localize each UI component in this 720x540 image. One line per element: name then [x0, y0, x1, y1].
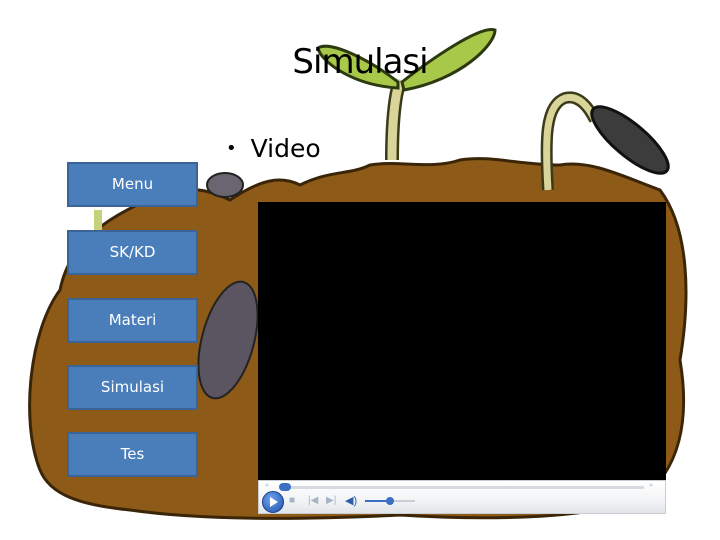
previous-icon[interactable]: |◀ [308, 495, 318, 506]
nav-button-simulasi[interactable]: Simulasi [67, 365, 198, 410]
rewind-icon[interactable]: « [265, 482, 269, 489]
bullet-icon: • [226, 138, 237, 159]
stop-icon[interactable]: ■ [289, 495, 295, 506]
seek-thumb[interactable] [279, 483, 291, 491]
bullet-text: Video [250, 134, 321, 163]
slide-title: Simulasi [292, 42, 428, 82]
volume-thumb[interactable] [386, 497, 394, 505]
nav-button-materi[interactable]: Materi [67, 298, 198, 343]
bullet-item: • Video [226, 134, 321, 163]
fast-forward-icon[interactable]: » [649, 482, 653, 489]
video-screen[interactable] [258, 202, 666, 480]
volume-icon[interactable]: ◀) [345, 494, 357, 507]
play-button[interactable] [262, 491, 284, 513]
video-player: « » ■ |◀ ▶| ◀) [258, 202, 666, 514]
next-icon[interactable]: ▶| [326, 495, 336, 506]
nav-button-menu[interactable]: Menu [67, 162, 198, 207]
volume-slider[interactable] [365, 497, 415, 505]
seek-bar[interactable] [279, 483, 644, 491]
nav-button-sk-kd[interactable]: SK/KD [67, 230, 198, 275]
nav-button-tes[interactable]: Tes [67, 432, 198, 477]
player-controls: « » ■ |◀ ▶| ◀) [258, 480, 666, 514]
